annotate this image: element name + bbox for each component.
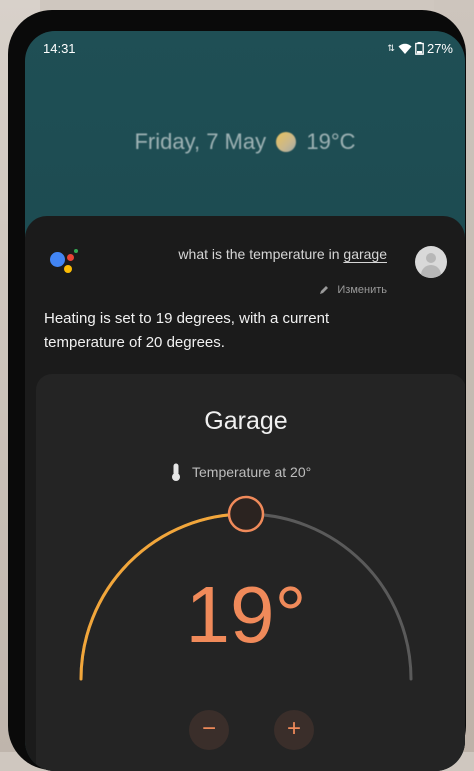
dial-handle[interactable] — [227, 495, 265, 533]
status-icons: ⇅ 27% — [387, 41, 453, 56]
current-temperature-label: Temperature at 20° — [192, 464, 312, 480]
battery-percent: 27% — [426, 41, 453, 56]
edit-label: Изменить — [337, 284, 387, 296]
lockscreen-date: Friday, 7 May — [134, 129, 267, 154]
user-avatar[interactable] — [415, 246, 447, 278]
status-time: 14:31 — [43, 41, 76, 56]
user-query: what is the temperature in garage — [178, 246, 387, 262]
setpoint-value: 19° — [185, 570, 307, 659]
decrease-temperature-button[interactable]: − — [189, 710, 229, 750]
thermometer-icon — [172, 463, 180, 481]
pencil-icon — [320, 286, 329, 294]
status-bar: 14:31 ⇅ 27% — [25, 31, 465, 67]
assistant-answer: Heating is set to 19 degrees, with a cur… — [44, 310, 330, 351]
wifi-icon — [398, 43, 412, 54]
query-keyword[interactable]: garage — [343, 246, 387, 262]
lockscreen-date-weather: Friday, 7 May 19°C — [25, 129, 465, 155]
increase-temperature-button[interactable]: + — [274, 710, 314, 750]
partly-cloudy-icon — [276, 132, 297, 152]
phone-screen: 14:31 ⇅ 27% Friday, 7 May 19°C what is t… — [25, 31, 465, 771]
google-assistant-icon[interactable] — [50, 249, 86, 285]
phone-frame: 14:31 ⇅ 27% Friday, 7 May 19°C what is t… — [8, 10, 466, 771]
query-prefix: what is the temperature in — [178, 246, 344, 262]
battery-icon — [415, 42, 424, 55]
room-name: Garage — [204, 407, 288, 435]
assistant-sheet: what is the temperature in garage Измени… — [25, 216, 465, 771]
lockscreen-weather-temp: 19°C — [306, 129, 356, 154]
data-arrows-icon: ⇅ — [387, 43, 395, 53]
current-temperature: Temperature at 20° — [170, 463, 311, 481]
edit-query-button[interactable]: Изменить — [319, 284, 387, 296]
thermostat-card: Garage Temperature at 20° 19° − + — [36, 374, 465, 771]
